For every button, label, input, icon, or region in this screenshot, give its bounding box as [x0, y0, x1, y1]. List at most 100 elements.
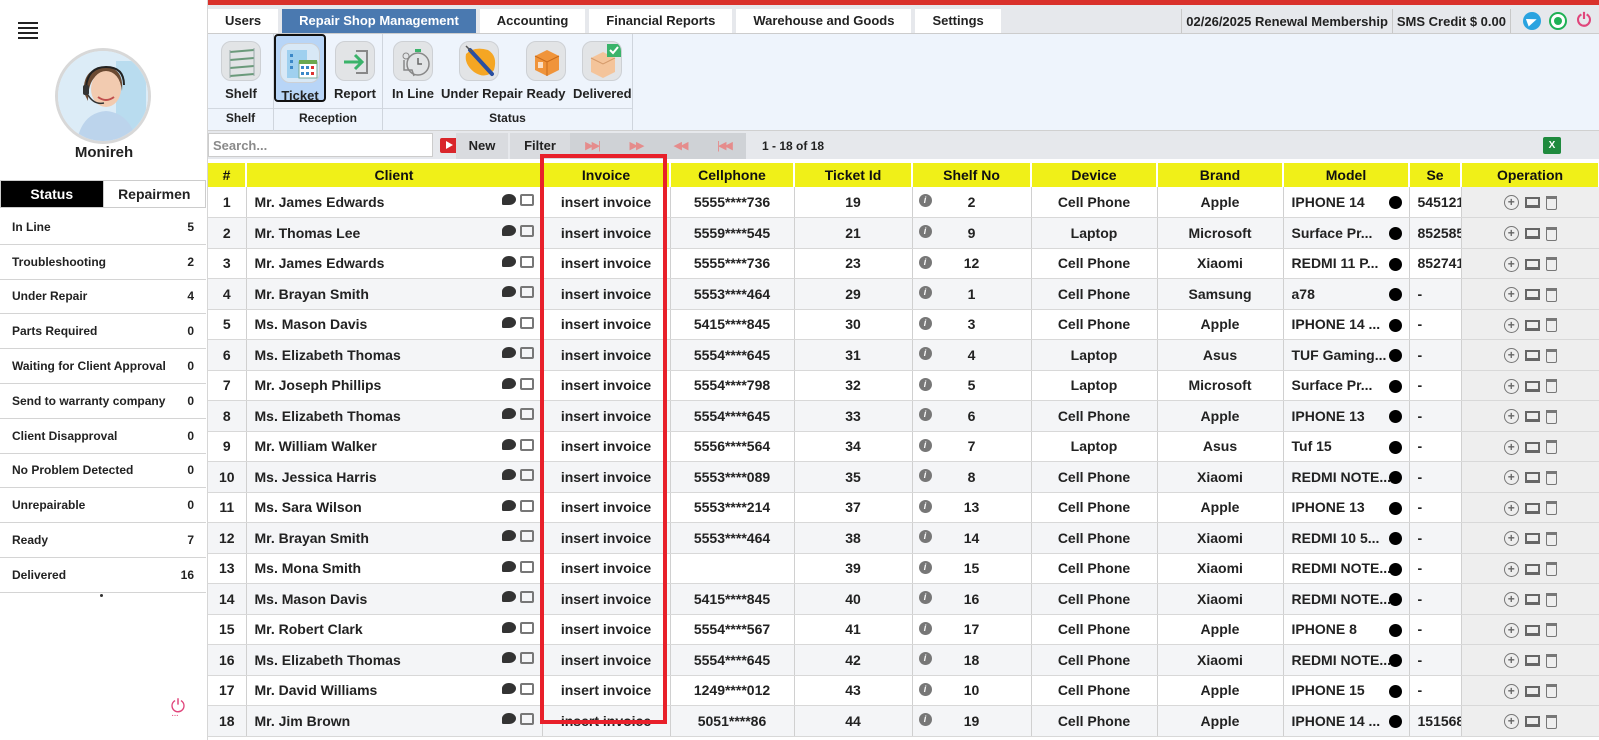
monitor-icon[interactable]	[1524, 258, 1540, 270]
insert-invoice-link[interactable]: insert invoice	[542, 705, 671, 737]
monitor-icon[interactable]	[1524, 655, 1540, 667]
print-icon[interactable]	[519, 194, 534, 206]
tab-status[interactable]: Status	[1, 181, 103, 207]
insert-invoice-link[interactable]: insert invoice	[542, 522, 671, 554]
add-icon[interactable]: +	[1503, 622, 1519, 638]
status-item[interactable]: Waiting for Client Approval 0	[0, 349, 206, 384]
nav-tab-repair-shop-management[interactable]: Repair Shop Management	[282, 9, 476, 33]
add-icon[interactable]: +	[1503, 287, 1519, 303]
client-cell[interactable]: Ms. Mason Davis	[246, 583, 543, 615]
monitor-icon[interactable]	[1524, 716, 1540, 728]
chat-icon[interactable]	[501, 591, 516, 602]
client-cell[interactable]: Ms. Mona Smith	[246, 553, 543, 584]
table-row[interactable]: 2 Mr. Thomas Lee insert invoice 5559****…	[208, 217, 1599, 249]
add-icon[interactable]: +	[1503, 561, 1519, 577]
table-row[interactable]: 1 Mr. James Edwards insert invoice 5555*…	[208, 187, 1599, 218]
client-cell[interactable]: Ms. Mason Davis	[246, 309, 543, 340]
print-icon[interactable]	[519, 652, 534, 664]
column-header[interactable]: Client	[246, 163, 543, 187]
chat-icon[interactable]	[501, 255, 516, 267]
client-cell[interactable]: Mr. Thomas Lee	[246, 217, 543, 249]
chat-icon[interactable]	[501, 438, 516, 450]
nav-tab-accounting[interactable]: Accounting	[479, 9, 586, 33]
client-cell[interactable]: Mr. James Edwards	[246, 187, 543, 218]
trash-icon[interactable]	[1545, 318, 1557, 333]
nav-tab-users[interactable]: Users	[208, 9, 279, 33]
status-item[interactable]: Unrepairable 0	[0, 488, 206, 524]
trash-icon[interactable]	[1545, 287, 1557, 302]
trash-icon[interactable]	[1545, 684, 1557, 699]
column-header[interactable]: Model	[1283, 163, 1410, 187]
info-icon[interactable]: i	[918, 469, 932, 482]
add-icon[interactable]: +	[1503, 683, 1519, 699]
insert-invoice-link[interactable]: insert invoice	[542, 492, 671, 523]
tab-repairmen[interactable]: Repairmen	[102, 181, 205, 207]
info-icon[interactable]: i	[918, 530, 932, 543]
insert-invoice-link[interactable]: insert invoice	[542, 339, 671, 371]
add-icon[interactable]: +	[1503, 470, 1519, 486]
add-icon[interactable]: +	[1503, 531, 1519, 547]
chat-icon[interactable]	[501, 377, 516, 389]
chat-icon[interactable]	[501, 682, 516, 694]
insert-invoice-link[interactable]: insert invoice	[542, 278, 671, 310]
chat-icon[interactable]	[501, 713, 516, 724]
under-repair-button[interactable]: Under Repair	[441, 34, 523, 102]
insert-invoice-link[interactable]: insert invoice	[542, 553, 671, 584]
first-page-icon[interactable]: |◀◀	[702, 133, 746, 159]
add-icon[interactable]: +	[1503, 500, 1519, 516]
chat-icon[interactable]	[501, 194, 516, 205]
status-item[interactable]: Parts Required 0	[0, 314, 206, 350]
trash-icon[interactable]	[1545, 409, 1557, 424]
trash-icon[interactable]	[1545, 501, 1557, 516]
info-icon[interactable]: i	[918, 438, 932, 452]
power-icon[interactable]: ⏻	[168, 696, 188, 721]
chat-icon[interactable]	[501, 499, 516, 511]
add-icon[interactable]: +	[1503, 592, 1519, 608]
table-row[interactable]: 14 Ms. Mason Davis insert invoice 5415**…	[208, 583, 1599, 615]
print-icon[interactable]	[519, 438, 534, 451]
status-item[interactable]: Client Disapproval 0	[0, 419, 206, 454]
report-button[interactable]: Report	[328, 34, 382, 102]
search-input[interactable]	[208, 133, 433, 157]
column-header[interactable]: Se	[1409, 163, 1462, 187]
client-cell[interactable]: Mr. William Walker	[246, 431, 543, 462]
print-icon[interactable]	[519, 621, 534, 634]
trash-icon[interactable]	[1545, 226, 1557, 241]
print-icon[interactable]	[519, 255, 534, 268]
info-icon[interactable]: i	[918, 682, 932, 696]
info-icon[interactable]: i	[918, 591, 932, 604]
info-icon[interactable]: i	[918, 225, 932, 238]
insert-invoice-link[interactable]: insert invoice	[542, 431, 671, 462]
insert-invoice-link[interactable]: insert invoice	[542, 614, 671, 645]
insert-invoice-link[interactable]: insert invoice	[542, 583, 671, 615]
monitor-icon[interactable]	[1524, 350, 1540, 362]
table-row[interactable]: 11 Ms. Sara Wilson insert invoice 5553**…	[208, 492, 1599, 523]
print-icon[interactable]	[519, 469, 534, 481]
column-header[interactable]: Cellphone	[670, 163, 795, 187]
monitor-icon[interactable]	[1524, 197, 1540, 209]
client-cell[interactable]: Ms. Sara Wilson	[246, 492, 543, 523]
client-cell[interactable]: Ms. Elizabeth Thomas	[246, 400, 543, 432]
column-header[interactable]: Invoice	[542, 163, 671, 187]
nav-tab-warehouse-and-goods[interactable]: Warehouse and Goods	[736, 9, 912, 33]
column-header[interactable]: Device	[1031, 163, 1158, 187]
table-row[interactable]: 7 Mr. Joseph Phillips insert invoice 555…	[208, 370, 1599, 401]
add-icon[interactable]: +	[1503, 653, 1519, 669]
nav-tab-financial-reports[interactable]: Financial Reports	[589, 9, 733, 33]
client-cell[interactable]: Ms. Elizabeth Thomas	[246, 644, 543, 676]
client-cell[interactable]: Mr. Brayan Smith	[246, 278, 543, 310]
chat-icon[interactable]	[501, 286, 516, 297]
insert-invoice-link[interactable]: insert invoice	[542, 217, 671, 249]
column-header[interactable]: Ticket Id	[794, 163, 913, 187]
monitor-icon[interactable]	[1524, 319, 1540, 331]
insert-invoice-link[interactable]: insert invoice	[542, 644, 671, 676]
previous-page-icon[interactable]: ◀◀	[658, 133, 702, 159]
excel-export-icon[interactable]: X	[1543, 137, 1561, 154]
trash-icon[interactable]	[1545, 379, 1557, 394]
renewal-membership[interactable]: 02/26/2025 Renewal Membership	[1186, 14, 1388, 29]
status-item[interactable]: Ready 7	[0, 523, 206, 558]
trash-icon[interactable]	[1545, 195, 1557, 210]
add-icon[interactable]: +	[1503, 195, 1519, 211]
trash-icon[interactable]	[1545, 470, 1557, 485]
whatsapp-icon[interactable]	[1549, 12, 1567, 30]
